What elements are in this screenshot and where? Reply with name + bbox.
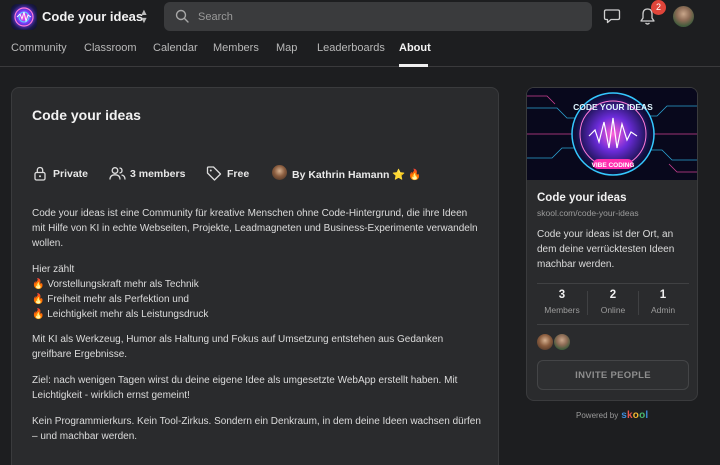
price-label: Free [227,168,250,180]
closing-paragraph: Kein Programmierkurs. Kein Tool-Zirkus. … [32,416,481,442]
chat-icon[interactable] [603,8,621,24]
lock-icon [34,166,46,181]
search-icon [175,9,189,23]
tag-icon [206,166,222,181]
community-info-card: CODE YOUR IDEAS VIBE CODING Code your id… [526,87,698,401]
stat-admin[interactable]: 1 Admin [638,289,688,315]
stat-online-label: Online [600,305,626,315]
highlight-item: 🔥 Vorstellungskraft mehr als Technik [32,279,199,290]
page-title: Code your ideas [32,107,141,123]
tab-calendar[interactable]: Calendar [153,42,198,54]
search-bar[interactable] [164,2,592,31]
stat-members[interactable]: 3 Members [537,289,587,315]
active-tab-indicator [399,64,428,67]
tab-leaderboards[interactable]: Leaderboards [317,42,385,54]
community-title: Code your ideas [537,192,627,204]
stat-online-value: 2 [609,289,617,301]
cover-image: CODE YOUR IDEAS VIBE CODING [527,88,697,180]
highlights-heading: Hier zählt [32,264,75,275]
cover-title-text: CODE YOUR IDEAS [573,102,653,112]
privacy-label: Private [53,168,89,180]
nav-tabs: Community Classroom Calendar Members Map… [0,34,720,67]
search-input[interactable] [198,2,578,31]
skool-letter: l [645,410,649,421]
owner-name[interactable]: By Kathrin Hamann ⭐ 🔥 [292,168,421,181]
tab-community[interactable]: Community [11,42,67,54]
stat-admin-value: 1 [659,289,667,301]
invite-people-button[interactable]: INVITE PEOPLE [537,360,689,390]
tab-members[interactable]: Members [213,42,259,54]
tab-about[interactable]: About [399,42,431,54]
description-paragraph: Code your ideas ist eine Community für k… [32,208,478,249]
members-count: 3 members [130,168,186,180]
tab-map[interactable]: Map [276,42,297,54]
divider [537,283,689,284]
notification-badge: 2 [651,0,666,15]
community-logo[interactable] [11,4,37,30]
powered-by-label: Powered by [576,411,619,420]
stat-online[interactable]: 2 Online [588,289,638,315]
highlight-item: 🔥 Freiheit mehr als Perfektion und [32,294,189,305]
tab-classroom[interactable]: Classroom [84,42,137,54]
about-card: Code your ideas Private 3 members Free B… [11,87,499,465]
goal-paragraph: Ziel: nach wenigen Tagen wirst du deine … [32,375,458,401]
powered-by-footer: Powered by skool [576,410,648,421]
divider [537,324,689,325]
community-url[interactable]: skool.com/code-your-ideas [537,208,639,218]
stat-members-label: Members [544,305,580,315]
highlight-item: 🔥 Leichtigkeit mehr als Leistungsdruck [32,309,209,320]
skool-logo[interactable]: skool [621,410,648,421]
community-name[interactable]: Code your ideas [42,9,143,24]
member-avatar[interactable] [554,334,570,350]
user-avatar[interactable] [673,6,694,27]
stat-members-value: 3 [558,289,566,301]
approach-paragraph: Mit KI als Werkzeug, Humor als Haltung u… [32,334,444,360]
cover-subtitle-text: VIBE CODING [592,162,635,169]
top-bar: Code your ideas ▲▼ 2 [0,0,720,34]
members-icon [109,167,126,180]
member-avatar[interactable] [537,334,553,350]
community-switcher-icon[interactable]: ▲ ▼ [137,8,151,26]
owner-avatar[interactable] [272,165,287,180]
stat-admin-label: Admin [650,305,676,315]
community-description: Code your ideas ist der Ort, an dem dein… [537,229,675,270]
